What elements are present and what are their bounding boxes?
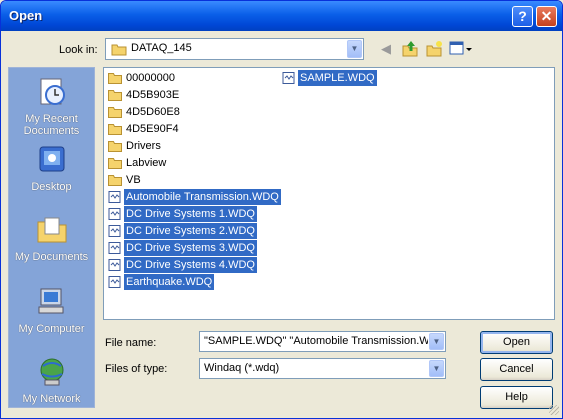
folder-icon xyxy=(108,90,122,101)
file-name-label: File name: xyxy=(105,337,157,349)
file-name-value: "SAMPLE.WDQ" "Automobile Transmission.W xyxy=(204,335,428,347)
list-item[interactable]: Automobile Transmission.WDQ xyxy=(105,189,281,205)
place-my-recent-documents[interactable]: My Recent Documents xyxy=(9,76,94,137)
wdq-file-icon xyxy=(108,276,121,288)
folder-icon xyxy=(108,158,122,169)
chevron-down-icon[interactable]: ▼ xyxy=(347,40,362,58)
list-item[interactable]: Labview xyxy=(105,155,168,171)
list-item[interactable]: 4D5B903E xyxy=(105,87,181,103)
look-in-value: DATAQ_145 xyxy=(131,42,192,54)
wdq-file-icon xyxy=(108,225,121,237)
folder-icon xyxy=(111,44,127,56)
look-in-label: Look in: xyxy=(59,44,98,56)
files-of-type-value: Windaq (*.wdq) xyxy=(204,362,280,374)
folder-icon xyxy=(108,73,122,84)
list-item[interactable]: 4D5D60E8 xyxy=(105,104,182,120)
new-folder-icon[interactable] xyxy=(425,40,443,58)
wdq-file-icon xyxy=(108,242,121,254)
help-title-button[interactable]: ? xyxy=(512,6,533,27)
close-icon: ✕ xyxy=(540,8,553,24)
wdq-file-icon xyxy=(282,72,295,84)
up-folder-icon[interactable] xyxy=(401,40,419,58)
list-item[interactable]: DC Drive Systems 3.WDQ xyxy=(105,240,257,256)
desktop-icon xyxy=(39,146,64,172)
wdq-file-icon xyxy=(108,259,121,271)
recent-documents-icon xyxy=(40,78,65,105)
place-my-computer[interactable]: My Computer xyxy=(9,286,94,335)
view-menu-icon[interactable] xyxy=(449,40,473,58)
place-desktop[interactable]: Desktop xyxy=(9,144,94,193)
list-item[interactable]: 00000000 xyxy=(105,70,177,86)
list-item[interactable]: 4D5E90F4 xyxy=(105,121,181,137)
list-item[interactable]: DC Drive Systems 2.WDQ xyxy=(105,223,257,239)
list-item[interactable]: VB xyxy=(105,172,143,188)
look-in-dropdown[interactable]: DATAQ_145 ▼ xyxy=(105,38,364,60)
list-item[interactable]: DC Drive Systems 4.WDQ xyxy=(105,257,257,273)
folder-icon xyxy=(108,175,122,186)
my-documents-icon xyxy=(37,217,66,243)
my-computer-icon xyxy=(38,288,63,314)
chevron-down-icon[interactable]: ▼ xyxy=(429,333,444,350)
window-title: Open xyxy=(9,8,43,23)
question-icon: ? xyxy=(518,8,527,24)
open-button[interactable]: Open xyxy=(480,331,553,354)
list-item[interactable]: Drivers xyxy=(105,138,163,154)
files-of-type-dropdown[interactable]: Windaq (*.wdq) ▼ xyxy=(199,358,446,379)
cancel-button[interactable]: Cancel xyxy=(480,358,553,381)
my-network-icon xyxy=(40,358,63,386)
file-name-field[interactable]: "SAMPLE.WDQ" "Automobile Transmission.W … xyxy=(199,331,446,352)
close-button[interactable]: ✕ xyxy=(536,6,557,27)
place-my-documents[interactable]: My Documents xyxy=(9,214,94,263)
folder-icon xyxy=(108,107,122,118)
back-icon[interactable]: ◀ xyxy=(377,40,395,58)
files-of-type-label: Files of type: xyxy=(105,363,168,375)
list-item[interactable]: Earthquake.WDQ xyxy=(105,274,215,290)
wdq-file-icon xyxy=(108,208,121,220)
place-my-network[interactable]: My Network xyxy=(9,356,94,405)
help-button[interactable]: Help xyxy=(480,386,553,409)
resize-grip[interactable] xyxy=(549,405,559,415)
wdq-file-icon xyxy=(108,191,121,203)
folder-icon xyxy=(108,124,122,135)
title-bar[interactable]: Open ? ✕ xyxy=(1,1,562,31)
list-item[interactable]: DC Drive Systems 1.WDQ xyxy=(105,206,257,222)
chevron-down-icon[interactable]: ▼ xyxy=(429,360,444,377)
file-list[interactable]: 00000000 4D5B903E 4D5D60E8 4D5E90F4 Driv… xyxy=(103,67,555,320)
places-bar: My Recent Documents Desktop My Documents… xyxy=(8,67,95,408)
list-item[interactable]: SAMPLE.WDQ xyxy=(279,70,377,86)
open-dialog: Open ? ✕ Look in: DATAQ_145 ▼ ◀ My Recen… xyxy=(0,0,563,419)
folder-icon xyxy=(108,141,122,152)
